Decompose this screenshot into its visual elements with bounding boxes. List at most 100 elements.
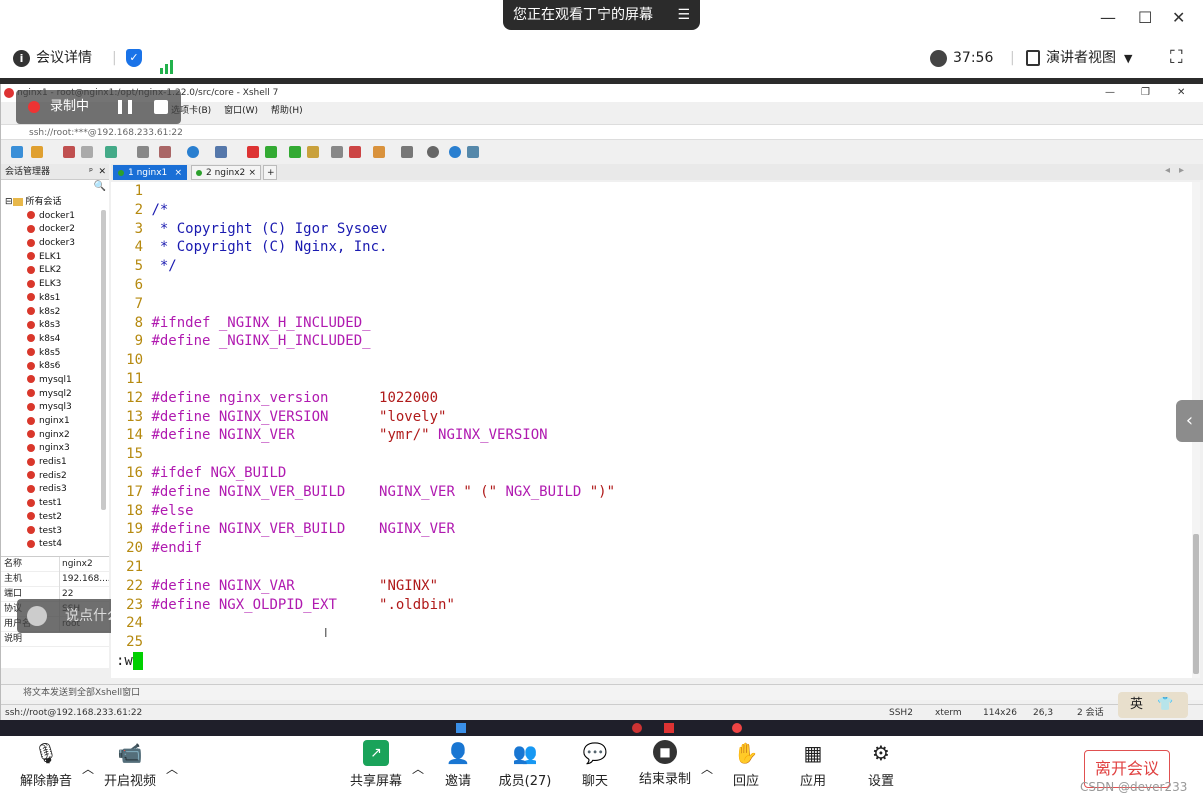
message-icon[interactable] — [467, 146, 479, 158]
help-icon[interactable] — [449, 146, 461, 158]
search-icon[interactable]: 🔍 — [94, 181, 106, 192]
session-item[interactable]: k8s3 — [1, 319, 109, 333]
session-item[interactable]: test2 — [1, 511, 109, 525]
session-item[interactable]: test3 — [1, 525, 109, 539]
xshell-restore-icon[interactable]: ❐ — [1141, 84, 1150, 102]
menu-window[interactable]: 窗口(W) — [224, 106, 258, 116]
layout-icon[interactable] — [401, 146, 413, 158]
highlight-icon[interactable] — [349, 146, 361, 158]
unmute-button[interactable]: 🎙 解除静音 ︿ — [18, 740, 94, 789]
session-item[interactable]: k8s2 — [1, 306, 109, 320]
chevron-up-icon[interactable]: ︿ — [701, 760, 713, 777]
tab-scroll-left-icon[interactable]: ◂ — [1165, 165, 1170, 176]
taskbar-app-icon[interactable] — [664, 723, 674, 733]
session-item[interactable]: k8s4 — [1, 333, 109, 347]
taskbar-chrome-icon[interactable] — [732, 723, 742, 733]
tree-scrollbar[interactable] — [101, 210, 106, 510]
connect-icon[interactable] — [63, 146, 75, 158]
view-mode-dropdown[interactable]: 演讲者视图 ▼ — [1026, 42, 1132, 74]
chat-button[interactable]: 💬 聊天 — [580, 740, 610, 789]
members-button[interactable]: 👥 成员(27) — [498, 740, 552, 789]
close-icon[interactable]: ✕ — [1172, 8, 1185, 27]
session-item[interactable]: ELK3 — [1, 278, 109, 292]
pin-icon[interactable]: ᵖ — [89, 164, 93, 180]
properties-icon[interactable] — [159, 146, 171, 158]
meeting-details-button[interactable]: i 会议详情 — [13, 42, 92, 74]
xftp-icon[interactable] — [247, 146, 259, 158]
session-item[interactable]: ELK2 — [1, 264, 109, 278]
font-icon[interactable] — [215, 146, 227, 158]
windows-start-icon[interactable] — [456, 723, 466, 733]
ime-indicator[interactable]: 英 👕 — [1118, 692, 1188, 718]
keyboard-icon[interactable] — [331, 146, 343, 158]
tab-nginx1[interactable]: 1 nginx1 × — [113, 165, 187, 180]
session-item[interactable]: redis2 — [1, 470, 109, 484]
close-icon[interactable]: ✕ — [98, 164, 106, 180]
session-item[interactable]: nginx2 — [1, 429, 109, 443]
tree-root[interactable]: ⊟ 所有会话 — [1, 196, 109, 210]
session-item[interactable]: k8s1 — [1, 292, 109, 306]
session-item[interactable]: test4 — [1, 538, 109, 552]
session-item[interactable]: docker1 — [1, 210, 109, 224]
session-item[interactable]: redis3 — [1, 483, 109, 497]
chevron-up-icon[interactable]: ︿ — [166, 760, 178, 777]
settings-button[interactable]: ⚙ 设置 — [866, 740, 896, 789]
stop-icon[interactable] — [154, 100, 168, 114]
signal-indicator[interactable] — [160, 42, 175, 74]
session-item[interactable]: nginx3 — [1, 442, 109, 456]
pause-icon[interactable] — [118, 100, 132, 114]
session-item[interactable]: docker3 — [1, 237, 109, 251]
taskbar-app-icon[interactable] — [632, 723, 642, 733]
lock-icon[interactable] — [307, 146, 319, 158]
menu-icon[interactable]: ☰ — [677, 0, 690, 30]
apps-button[interactable]: ▦ 应用 — [798, 740, 828, 789]
start-video-button[interactable]: 📹 开启视频 ︿ — [102, 740, 178, 789]
xshell-close-icon[interactable]: ✕ — [1177, 84, 1185, 102]
close-icon[interactable]: × — [174, 166, 182, 181]
add-tab-button[interactable]: + — [263, 165, 277, 180]
session-item[interactable]: mysql3 — [1, 401, 109, 415]
session-search[interactable]: 🔍 — [1, 180, 109, 196]
find-icon[interactable] — [137, 146, 149, 158]
chevron-up-icon[interactable]: ︿ — [82, 760, 94, 777]
maximize-icon[interactable]: ☐ — [1138, 8, 1152, 27]
screen-share-banner[interactable]: 您正在观看丁宁的屏幕 ☰ — [503, 0, 700, 30]
session-item[interactable]: mysql2 — [1, 388, 109, 402]
session-item[interactable]: docker2 — [1, 223, 109, 237]
reconnect-icon[interactable] — [105, 146, 117, 158]
menu-help[interactable]: 帮助(H) — [271, 106, 303, 116]
fullscreen-toggle-icon[interactable] — [289, 146, 301, 158]
invite-button[interactable]: 👤 邀请 — [442, 740, 474, 789]
transfer-icon[interactable] — [265, 146, 277, 158]
terminal-editor[interactable]: 1 2 /* 3 * Copyright (C) Igor Sysoev 4 * C… — [111, 182, 1196, 678]
open-folder-icon[interactable] — [31, 146, 43, 158]
tab-scroll-right-icon[interactable]: ▸ — [1179, 165, 1184, 176]
react-button[interactable]: ✋ 回应 — [731, 740, 761, 789]
minimize-icon[interactable]: — — [1100, 8, 1116, 27]
new-session-icon[interactable] — [11, 146, 23, 158]
session-item[interactable]: ELK1 — [1, 251, 109, 265]
session-item[interactable]: nginx1 — [1, 415, 109, 429]
close-icon[interactable]: × — [248, 166, 256, 181]
send-to-all-bar[interactable]: 将文本发送到全部Xshell窗口 — [1, 684, 1203, 700]
emoji-icon[interactable] — [27, 606, 47, 626]
side-panel-toggle[interactable]: ‹ — [1176, 400, 1203, 442]
share-screen-button[interactable]: ↗ 共享屏幕 ︿ — [348, 740, 424, 789]
fullscreen-icon[interactable]: ⛶ — [1170, 42, 1183, 74]
security-shield[interactable]: ✓ — [126, 42, 142, 74]
session-item[interactable]: test1 — [1, 497, 109, 511]
session-item[interactable]: k8s5 — [1, 347, 109, 361]
session-item[interactable]: mysql1 — [1, 374, 109, 388]
address-bar[interactable]: ssh://root:***@192.168.233.61:22 — [1, 124, 1203, 140]
end-recording-button[interactable]: ■ 结束录制 ︿ — [637, 740, 713, 787]
session-item[interactable]: redis1 — [1, 456, 109, 470]
xshell-minimize-icon[interactable]: — — [1105, 84, 1115, 102]
tab-nginx2[interactable]: 2 nginx2 × — [191, 165, 261, 180]
globe-icon[interactable] — [187, 146, 199, 158]
session-item[interactable]: k8s6 — [1, 360, 109, 374]
terminal-scroll-thumb[interactable] — [1193, 534, 1199, 674]
disconnect-icon[interactable] — [81, 146, 93, 158]
chevron-up-icon[interactable]: ︿ — [412, 760, 424, 777]
script-icon[interactable] — [373, 146, 385, 158]
gear-icon[interactable] — [427, 146, 439, 158]
